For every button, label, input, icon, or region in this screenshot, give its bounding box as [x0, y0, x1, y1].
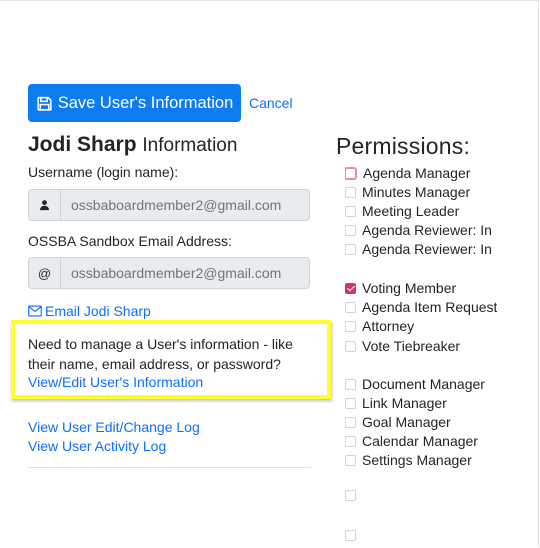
checkbox[interactable]: [345, 166, 357, 180]
username-field: ossbaboardmember2@gmail.com: [28, 189, 310, 221]
checkbox[interactable]: [345, 224, 356, 236]
at-sign: @: [29, 258, 61, 288]
permission-label: Link Manager: [362, 395, 447, 411]
checkbox[interactable]: [345, 397, 356, 409]
permission-goal-manager[interactable]: Goal Manager: [345, 414, 497, 430]
permission-label: Agenda Reviewer: In Review: [362, 241, 497, 257]
permission-document-manager[interactable]: Document Manager: [345, 376, 497, 392]
permission-label: Agenda Manager: [363, 165, 471, 181]
checkbox[interactable]: [345, 454, 356, 466]
checkbox[interactable]: [345, 243, 356, 255]
permission-label: Calendar Manager: [362, 433, 478, 449]
permission-label: Vote Tiebreaker: [362, 338, 461, 354]
sandbox-email-value: ossbaboardmember2@gmail.com: [71, 265, 282, 281]
permission-unlabeled-2[interactable]: [345, 530, 497, 541]
save-icon: [37, 96, 52, 111]
checkbox[interactable]: [345, 340, 356, 352]
permission-settings-manager[interactable]: Settings Manager: [345, 452, 497, 468]
checkbox[interactable]: [345, 530, 356, 541]
checkbox[interactable]: [345, 320, 356, 332]
user-name: Jodi Sharp: [28, 133, 137, 156]
permission-agenda-reviewer-dev[interactable]: Agenda Reviewer: In Development: [345, 222, 497, 238]
username-value: ossbaboardmember2@gmail.com: [71, 197, 282, 213]
permission-label: Settings Manager: [362, 452, 472, 468]
cancel-link[interactable]: Cancel: [249, 95, 293, 111]
email-user-link[interactable]: Email Jodi Sharp: [28, 303, 151, 319]
activity-log-link[interactable]: View User Activity Log: [28, 438, 166, 454]
checkbox[interactable]: [345, 378, 356, 390]
envelope-icon: [28, 305, 42, 317]
checkbox[interactable]: [345, 416, 356, 428]
permission-label: Goal Manager: [362, 414, 451, 430]
permission-attorney[interactable]: Attorney: [345, 318, 497, 334]
permission-label: Document Manager: [362, 376, 485, 392]
permission-vote-tiebreaker[interactable]: Vote Tiebreaker: [345, 338, 497, 354]
permission-label: Agenda Reviewer: In Development: [362, 222, 497, 238]
notice-text: Need to manage a User's information - li…: [28, 336, 293, 372]
divider: [28, 467, 311, 468]
permission-label: Meeting Leader: [362, 203, 460, 219]
permission-unlabeled-1[interactable]: [345, 490, 497, 501]
checkbox[interactable]: [345, 282, 356, 294]
permissions-title: Permissions:: [336, 133, 471, 159]
permission-meeting-leader[interactable]: Meeting Leader: [345, 203, 497, 219]
checkbox[interactable]: [345, 435, 356, 447]
checkbox[interactable]: [345, 205, 356, 217]
permission-label: Agenda Item Requestor: [362, 299, 497, 315]
sandbox-email-label: OSSBA Sandbox Email Address:: [28, 233, 232, 249]
permission-minutes-manager[interactable]: Minutes Manager: [345, 184, 497, 200]
email-link-label: Email Jodi Sharp: [45, 303, 151, 319]
permission-agenda-item-requestor[interactable]: Agenda Item Requestor: [345, 299, 497, 315]
checkbox[interactable]: [345, 186, 356, 198]
page-title: Jodi Sharp Information: [28, 133, 237, 157]
view-edit-user-link[interactable]: View/Edit User's Information: [28, 374, 203, 390]
permission-label: Voting Member: [362, 280, 457, 296]
checkbox[interactable]: [345, 490, 356, 501]
permission-label: Attorney: [362, 318, 415, 334]
sandbox-email-field: @ ossbaboardmember2@gmail.com: [28, 257, 310, 289]
permission-voting-member[interactable]: Voting Member: [345, 280, 497, 296]
permission-label: Minutes Manager: [362, 184, 471, 200]
permission-agenda-manager[interactable]: Agenda Manager: [345, 165, 497, 181]
person-icon: [29, 190, 61, 220]
heading-suffix: Information: [142, 135, 238, 156]
username-label: Username (login name):: [28, 164, 179, 180]
save-button-label: Save User's Information: [57, 93, 234, 112]
checkbox[interactable]: [345, 301, 356, 313]
permission-link-manager[interactable]: Link Manager: [345, 395, 497, 411]
save-user-button[interactable]: Save User's Information: [28, 84, 241, 122]
permission-calendar-manager[interactable]: Calendar Manager: [345, 433, 497, 449]
change-log-link[interactable]: View User Edit/Change Log: [28, 419, 200, 435]
permission-agenda-reviewer-review[interactable]: Agenda Reviewer: In Review: [345, 241, 497, 257]
